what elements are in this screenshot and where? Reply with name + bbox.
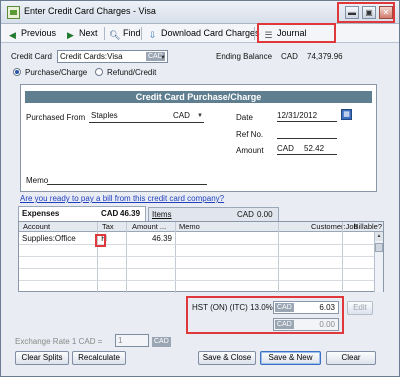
purchased-from-select[interactable]: Staples CAD ▼: [89, 110, 204, 123]
tax-cell-highlight: [95, 234, 106, 247]
grid-header: Account Tax Amount ... Memo Customer:Job…: [19, 222, 383, 232]
grid-divider: [97, 222, 98, 293]
credit-card-form-panel: Credit Card Purchase/Charge Purchased Fr…: [20, 84, 377, 192]
purchased-from-label: Purchased From: [26, 113, 86, 122]
exchange-rate-currency: CAD: [152, 337, 171, 347]
grid-scrollbar[interactable]: ▲: [374, 232, 383, 292]
save-close-button[interactable]: Save & Close: [198, 351, 256, 365]
grid-row-line: [19, 268, 375, 269]
download-label: Download Card Charges: [161, 28, 260, 38]
toolbar-separator: [141, 27, 142, 40]
cell-customer-job[interactable]: [280, 233, 340, 244]
expenses-tab-total: 46.39: [120, 209, 141, 218]
grid-divider: [126, 222, 127, 293]
arrow-left-icon: ◀: [9, 30, 16, 40]
column-memo[interactable]: Memo: [177, 222, 237, 232]
previous-button[interactable]: ◀ Previous: [7, 27, 56, 40]
recalculate-button[interactable]: Recalculate: [72, 351, 126, 365]
expenses-tab-currency: CAD: [101, 209, 119, 218]
items-tab-total: 0.00: [257, 210, 273, 219]
column-tax[interactable]: Tax: [100, 222, 122, 232]
ending-balance-value: 74,379.96: [307, 52, 343, 61]
app-icon: [7, 6, 20, 19]
credit-card-label: Credit Card: [11, 52, 52, 61]
save-new-button[interactable]: Save & New: [260, 351, 321, 365]
pay-bill-link[interactable]: Are you ready to pay a bill from this cr…: [20, 194, 224, 203]
memo-label: Memo: [26, 176, 49, 185]
search-icon: 🔍︎: [109, 30, 121, 40]
find-label: Find: [123, 28, 141, 38]
items-tab-currency: CAD: [237, 210, 254, 219]
expenses-tab-label: Expenses: [22, 209, 60, 218]
form-heading: Credit Card Purchase/Charge: [25, 91, 372, 103]
next-button[interactable]: ▶ Next: [65, 27, 98, 40]
cell-billable[interactable]: [344, 233, 374, 244]
grid-row-line: [19, 280, 375, 281]
chevron-down-icon: ▼: [160, 55, 166, 61]
refund-credit-label: Refund/Credit: [107, 68, 157, 77]
date-input[interactable]: 12/31/2012: [277, 110, 337, 122]
column-amount[interactable]: Amount ...: [130, 222, 178, 232]
amount-input[interactable]: CAD 52.42: [277, 143, 337, 155]
refund-credit-radio[interactable]: [95, 68, 103, 76]
amount-value: 52.42: [304, 144, 325, 153]
credit-card-value: Credit Cards:Visa: [60, 52, 123, 61]
tax-summary-highlight: [186, 296, 344, 334]
clear-splits-button[interactable]: Clear Splits: [15, 351, 69, 365]
tab-items[interactable]: Items CAD 0.00: [148, 207, 279, 221]
window-title: Enter Credit Card Charges - Visa: [24, 6, 156, 16]
grid-row-line: [19, 256, 375, 257]
window-controls-highlight: [337, 2, 395, 23]
exchange-rate-input: 1: [115, 334, 149, 347]
grid-divider: [342, 222, 343, 293]
cell-memo[interactable]: [177, 233, 275, 244]
arrow-right-icon: ▶: [67, 30, 74, 40]
journal-highlight: [257, 23, 336, 43]
scroll-up-icon[interactable]: ▲: [375, 232, 383, 241]
download-card-charges-button[interactable]: ⇩ Download Card Charges: [147, 27, 260, 40]
enter-credit-card-charges-window: Enter Credit Card Charges - Visa ▬ ▣ ✕ ◀…: [0, 0, 400, 377]
edit-tax-button[interactable]: Edit: [347, 301, 373, 315]
toolbar: ◀ Previous ▶ Next 🔍︎ Find ⇩ Download Card Ch…: [1, 24, 399, 43]
purchased-from-currency: CAD: [173, 111, 190, 120]
ending-balance-currency: CAD: [281, 52, 298, 61]
column-account[interactable]: Account: [21, 222, 91, 232]
cell-account[interactable]: Supplies:Office: [22, 233, 76, 244]
toolbar-separator: [254, 27, 255, 40]
amount-currency: CAD: [277, 144, 294, 153]
ref-no-label: Ref No.: [236, 130, 264, 139]
calendar-icon[interactable]: ▦: [341, 109, 352, 120]
clear-button[interactable]: Clear: [326, 351, 376, 365]
expenses-grid: Account Tax Amount ... Memo Customer:Job…: [18, 221, 384, 293]
memo-input[interactable]: [47, 173, 207, 185]
amount-label: Amount: [236, 146, 264, 155]
exchange-rate-label: Exchange Rate 1 CAD =: [15, 337, 103, 346]
download-icon: ⇩: [148, 30, 157, 40]
scrollbar-thumb[interactable]: [375, 243, 383, 252]
purchase-charge-label: Purchase/Charge: [25, 68, 88, 77]
chevron-down-icon: ▼: [197, 113, 203, 119]
purchased-from-value: Staples: [91, 111, 118, 120]
column-billable[interactable]: Billable?: [344, 222, 384, 232]
previous-label: Previous: [21, 28, 57, 38]
grid-divider: [278, 222, 279, 293]
next-label: Next: [79, 28, 98, 38]
ref-no-input[interactable]: [277, 127, 337, 139]
credit-card-select[interactable]: Credit Cards:Visa CAD ▼: [57, 50, 168, 63]
tab-expenses[interactable]: Expenses CAD 46.39: [18, 206, 146, 221]
cell-amount[interactable]: 46.39: [129, 233, 172, 244]
items-tab-label: Items: [152, 210, 172, 219]
purchase-charge-radio[interactable]: [13, 68, 21, 76]
grid-divider: [175, 222, 176, 293]
grid-row-line: [19, 244, 375, 245]
ending-balance-label: Ending Balance: [216, 52, 273, 61]
toolbar-separator: [104, 27, 105, 40]
date-label: Date: [236, 113, 253, 122]
find-button[interactable]: 🔍︎ Find: [109, 27, 141, 40]
